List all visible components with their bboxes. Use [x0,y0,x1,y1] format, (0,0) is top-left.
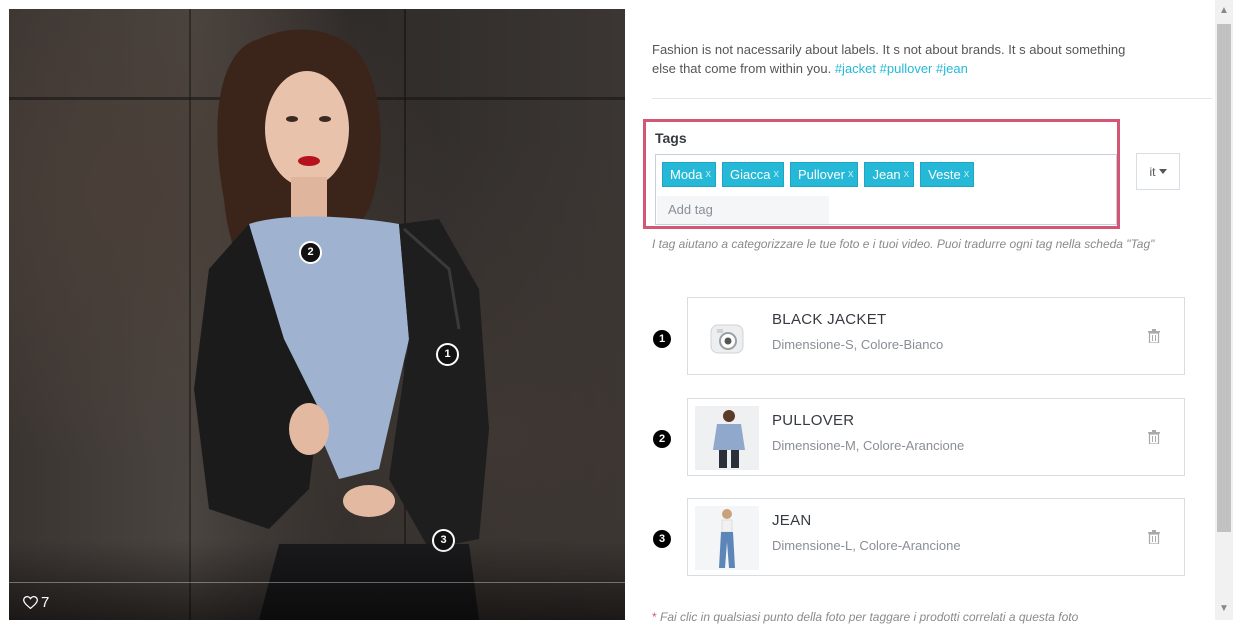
tag-remove-icon[interactable]: x [848,163,854,186]
tag-remove-icon[interactable]: x [904,163,910,186]
tag-chip-list: Moda x Giacca x Pullover x Jean x Veste x [662,162,975,187]
add-tag-field[interactable]: Add tag [657,196,829,224]
tags-section: Tags Moda x Giacca x Pullover x Jean x Veste… [643,119,1120,229]
tag-chip: Jean x [864,162,915,187]
tag-chip: Veste x [920,162,975,187]
trash-icon[interactable] [1148,530,1160,544]
tagging-hint-text: Fai clic in qualsiasi punto della foto p… [660,610,1079,624]
section-divider [652,98,1212,99]
tags-label: Tags [655,130,687,146]
photo-divider [9,582,625,583]
pullover-image [695,406,759,470]
language-value: it [1149,164,1156,179]
camera-icon [695,305,759,369]
tag-remove-icon[interactable]: x [964,163,970,186]
hashtag-links[interactable]: #jacket #pullover #jean [835,61,968,76]
model-illustration [194,29,489,620]
post-photo[interactable]: 2 1 3 7 [9,9,625,620]
tagged-product-item[interactable]: PULLOVER Dimensione-M, Colore-Arancione [687,398,1185,476]
tag-chip-label: Giacca [730,167,771,182]
tag-chip: Giacca x [722,162,784,187]
tag-remove-icon[interactable]: x [706,163,712,186]
heart-icon [23,596,38,609]
photo-shade [9,540,625,620]
tag-chip: Moda x [662,162,717,187]
tag-chip-label: Jean [872,167,901,182]
caret-down-icon [1158,169,1167,174]
jean-image [695,506,759,570]
photo-tag-marker-2[interactable]: 2 [299,241,322,264]
vertical-scrollbar[interactable]: ▲ ▼ [1215,0,1233,620]
product-name: PULLOVER [772,412,855,429]
product-thumbnail [695,406,759,470]
scroll-up-icon[interactable]: ▲ [1215,2,1233,20]
tags-input[interactable]: Moda x Giacca x Pullover x Jean x Veste x Add… [655,154,1117,225]
tag-chip-label: Veste [928,167,961,182]
product-name: JEAN [772,512,812,529]
tag-chip: Pullover x [790,162,859,187]
product-number-badge: 3 [653,530,671,548]
product-variant: Dimensione-M, Colore-Arancione [772,438,965,453]
product-variant: Dimensione-L, Colore-Arancione [772,538,961,553]
like-count: 7 [41,594,50,611]
product-thumbnail [695,305,759,369]
trash-icon[interactable] [1148,329,1160,343]
tagged-product-item[interactable]: JEAN Dimensione-L, Colore-Arancione [687,498,1185,576]
tag-chip-label: Pullover [798,167,845,182]
tagged-product-item[interactable]: BLACK JACKET Dimensione-S, Colore-Bianco [687,297,1185,375]
tag-remove-icon[interactable]: x [774,163,780,186]
product-number-badge: 1 [653,330,671,348]
required-star: * [652,610,657,624]
product-variant: Dimensione-S, Colore-Bianco [772,337,944,352]
scrollbar-thumb[interactable] [1217,24,1231,532]
post-description: Fashion is not nacessarily about labels.… [652,40,1142,78]
product-name: BLACK JACKET [772,311,887,328]
tagging-hint: * Fai clic in qualsiasi punto della foto… [652,610,1212,624]
product-thumbnail [695,506,759,570]
product-number-badge: 2 [653,430,671,448]
post-details-panel: Fashion is not nacessarily about labels.… [625,0,1215,624]
scroll-down-icon[interactable]: ▼ [1215,600,1233,618]
language-select[interactable]: it [1136,153,1180,190]
photo-tag-marker-1[interactable]: 1 [436,343,459,366]
trash-icon[interactable] [1148,430,1160,444]
tag-chip-label: Moda [670,167,703,182]
tags-help-text: I tag aiutano a categorizzare le tue fot… [652,237,1155,251]
like-counter[interactable]: 7 [23,594,49,611]
